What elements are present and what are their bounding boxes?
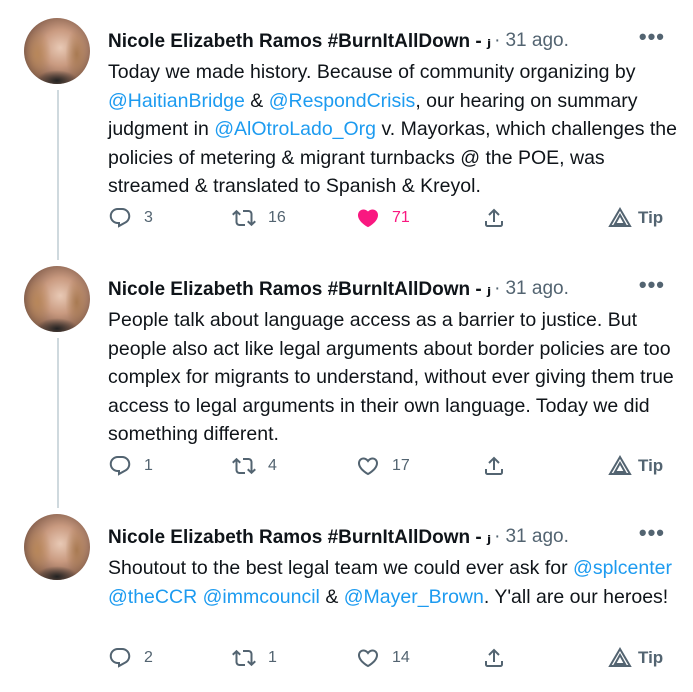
retweet-count: 16 [268,209,286,226]
like-count: 17 [392,457,410,474]
tweet-text: People talk about language access as a b… [108,306,678,449]
tweet[interactable]: Nicole Elizabeth Ramos #BurnItAllDown - … [0,266,693,506]
tweet-header: Nicole Elizabeth Ramos #BurnItAllDown - … [108,24,673,54]
tweet-text: Today we made history. Because of commun… [108,58,678,201]
heart-icon [357,209,379,228]
share-button[interactable] [482,206,506,230]
retweet-button[interactable]: 4 [232,454,277,478]
tweet-header: Nicole Elizabeth Ramos #BurnItAllDown - … [108,520,673,550]
retweet-icon [232,457,256,475]
tip-label: Tip [638,648,664,667]
author-name[interactable]: Nicole Elizabeth Ramos #BurnItAllDown - … [108,30,491,53]
timestamp[interactable]: 31 ago. [505,526,568,548]
mention-link[interactable]: @Mayer_Brown [344,586,484,608]
heart-icon [357,649,379,668]
tweet-text-segment: & [244,89,269,112]
heart-icon [357,457,379,476]
avatar[interactable] [24,18,90,84]
more-options-icon[interactable]: ••• [639,24,665,50]
like-button[interactable]: 71 [356,206,410,230]
tweet-actions: 2 1 14 Tip [108,646,693,676]
mention-link[interactable]: @RespondCrisis [269,90,416,112]
tip-icon [608,207,632,227]
timestamp[interactable]: 31 ago. [505,30,568,52]
share-button[interactable] [482,646,506,670]
retweet-button[interactable]: 1 [232,646,277,670]
reply-button[interactable]: 1 [108,454,153,478]
tip-icon [608,455,632,475]
tweet-actions: 1 4 17 Tip [108,454,693,484]
tip-label: Tip [638,456,664,475]
mention-link[interactable]: @immcouncil [203,586,320,608]
tweet-actions: 3 16 71 Tip [108,206,693,236]
author-name[interactable]: Nicole Elizabeth Ramos #BurnItAllDown - … [108,526,491,549]
share-icon [485,648,503,667]
tweet[interactable]: Nicole Elizabeth Ramos #BurnItAllDown - … [0,514,693,684]
tweet-text-segment: People talk about language access as a b… [108,309,674,445]
share-button[interactable] [482,454,506,478]
timestamp[interactable]: 31 ago. [505,278,568,300]
like-count: 14 [392,649,410,666]
separator: · [494,30,501,51]
tip-label: Tip [638,208,664,227]
tweet[interactable]: Nicole Elizabeth Ramos #BurnItAllDown - … [0,18,693,258]
like-count: 71 [392,209,410,226]
mention-link[interactable]: @theCCR [108,586,197,608]
retweet-button[interactable]: 16 [232,206,286,230]
reply-icon [109,456,131,476]
reply-button[interactable]: 3 [108,206,153,230]
separator: · [494,526,501,547]
mention-link[interactable]: @splcenter [573,557,672,579]
reply-icon [109,208,131,228]
reply-icon [109,648,131,668]
share-icon [485,456,503,475]
mention-link[interactable]: @HaitianBridge [108,90,245,112]
retweet-count: 1 [268,649,277,666]
more-options-icon[interactable]: ••• [639,520,665,546]
retweet-count: 4 [268,457,277,474]
tip-icon [608,647,632,667]
more-options-icon[interactable]: ••• [639,272,665,298]
reply-button[interactable]: 2 [108,646,153,670]
tweet-text-segment: & [319,585,344,608]
reply-count: 2 [144,649,153,666]
tip-button[interactable]: Tip [608,206,663,230]
tweet-text-segment: . Y'all are our heroes! [483,585,669,608]
tweet-text: Shoutout to the best legal team we could… [108,554,678,611]
share-icon [485,208,503,227]
reply-count: 1 [144,457,153,474]
avatar[interactable] [24,514,90,580]
like-button[interactable]: 14 [356,646,410,670]
tweet-header: Nicole Elizabeth Ramos #BurnItAllDown - … [108,272,673,302]
retweet-icon [232,209,256,227]
tweet-text-segment: Shoutout to the best legal team we could… [108,557,574,579]
mention-link[interactable]: @AlOtroLado_Org [214,118,376,140]
author-name[interactable]: Nicole Elizabeth Ramos #BurnItAllDown - … [108,278,491,301]
reply-count: 3 [144,209,153,226]
tip-button[interactable]: Tip [608,646,663,670]
tweet-text-segment: Today we made history. Because of commun… [108,61,636,83]
tip-button[interactable]: Tip [608,454,663,478]
avatar[interactable] [24,266,90,332]
retweet-icon [232,649,256,667]
like-button[interactable]: 17 [356,454,410,478]
separator: · [494,278,501,299]
